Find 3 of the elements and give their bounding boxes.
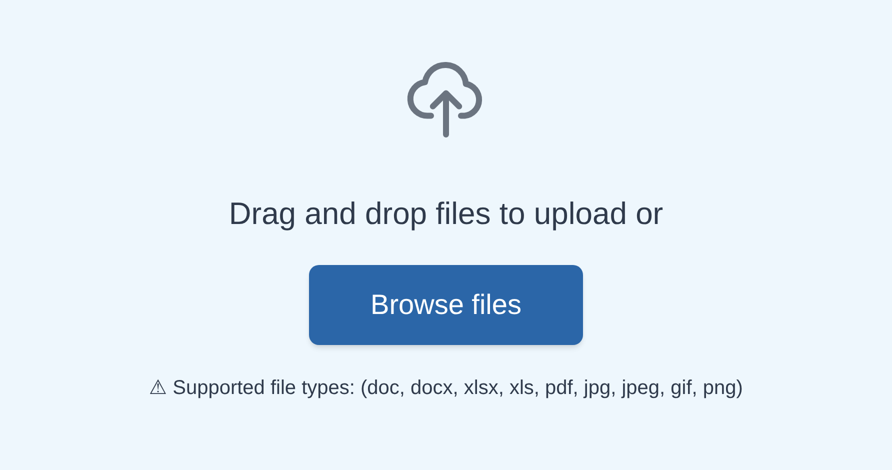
supported-file-types-notice: ⚠ Supported file types: (doc, docx, xlsx, xls, pdf, jpg, jpeg, gif, png) xyxy=(149,378,743,398)
upload-prompt: Drag and drop files to upload or xyxy=(228,198,664,229)
browse-files-button[interactable]: Browse files xyxy=(309,265,583,345)
